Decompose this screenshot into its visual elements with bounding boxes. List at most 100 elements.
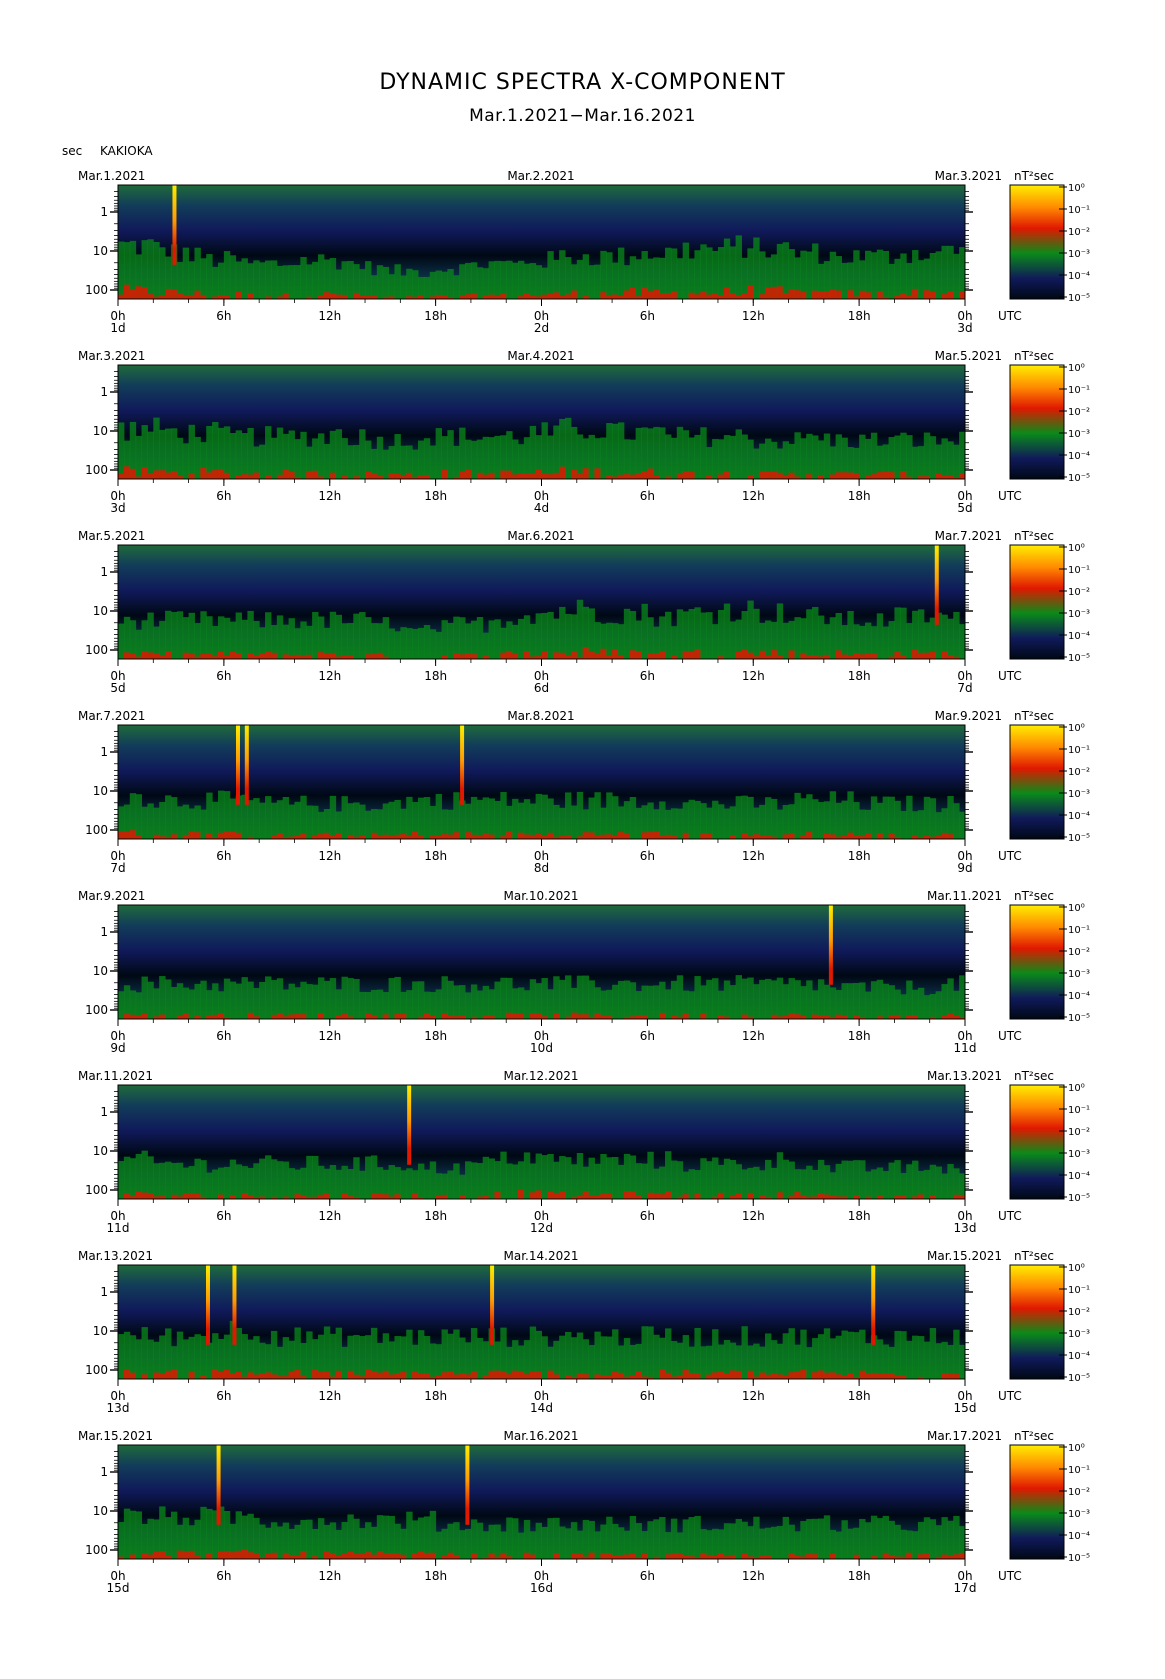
activity-peak (412, 1553, 419, 1559)
activity-peak (588, 1195, 595, 1199)
activity-column (465, 992, 472, 1019)
activity-column (576, 975, 584, 1019)
activity-column (853, 802, 860, 839)
activity-peak (953, 1554, 960, 1559)
activity-peak (170, 1369, 178, 1379)
activity-peak (629, 1191, 637, 1199)
activity-peak (323, 1193, 331, 1199)
activity-column (282, 1161, 290, 1199)
activity-peak (482, 295, 490, 299)
activity-peak (741, 1553, 748, 1559)
activity-column (641, 985, 648, 1019)
activity-column (159, 1162, 166, 1199)
activity-column (694, 434, 701, 479)
activity-peak (223, 1550, 231, 1559)
x-tick-label: 6h (640, 489, 655, 503)
activity-column (482, 797, 490, 839)
activity-peak (829, 1553, 837, 1559)
activity-peak (517, 473, 525, 479)
activity-peak (488, 1552, 495, 1559)
y-tick-label: 100 (85, 1363, 108, 1377)
activity-column (617, 1527, 625, 1559)
activity-peak (541, 651, 548, 659)
y-tick-label: 10 (93, 784, 108, 798)
activity-column (306, 1155, 313, 1199)
activity-column (712, 439, 719, 479)
activity-peak (570, 290, 578, 299)
activity-column (288, 983, 295, 1019)
activity-column (341, 438, 348, 479)
activity-column (841, 625, 848, 659)
activity-column (506, 1346, 513, 1379)
activity-column (600, 1154, 607, 1199)
x-tick-label: 6h (640, 1389, 655, 1403)
activity-peak (141, 1013, 148, 1019)
activity-column (212, 801, 219, 839)
activity-column (794, 792, 801, 839)
panel-left-date: Mar.7.2021 (78, 709, 145, 723)
activity-peak (459, 1015, 466, 1019)
activity-column (135, 1511, 143, 1559)
activity-column (159, 976, 166, 1019)
activity-peak (141, 1192, 148, 1199)
activity-peak (217, 294, 225, 299)
activity-column (800, 1521, 807, 1559)
activity-peak (953, 1374, 960, 1379)
activity-peak (570, 469, 578, 479)
spectra-panel-1: Mar.1.2021 Mar.2.2021 Mar.3.2021 nT²sec1101… (78, 169, 1090, 335)
activity-column (594, 264, 601, 299)
activity-column (223, 617, 231, 659)
activity-column (665, 1328, 672, 1379)
activity-column (265, 1155, 272, 1199)
activity-peak (759, 1195, 766, 1199)
activity-column (817, 802, 825, 839)
activity-column (300, 431, 307, 479)
activity-peak (417, 475, 425, 479)
activity-column (229, 1159, 237, 1199)
activity-peak (217, 1013, 225, 1019)
activity-peak (159, 470, 166, 479)
activity-column (476, 1163, 484, 1199)
activity-column (582, 1519, 590, 1559)
activity-column (659, 427, 666, 479)
activity-peak (765, 287, 772, 299)
activity-column (753, 984, 760, 1019)
activity-peak (229, 1195, 237, 1199)
activity-column (747, 439, 754, 479)
activity-column (312, 612, 319, 659)
x-unit-label: UTC (998, 489, 1022, 503)
activity-column (623, 1338, 631, 1379)
activity-column (523, 1340, 531, 1379)
activity-column (712, 978, 719, 1019)
activity-peak (912, 835, 919, 839)
activity-column (800, 798, 807, 839)
activity-peak (800, 1369, 807, 1379)
activity-column (400, 1170, 407, 1199)
activity-column (241, 619, 248, 659)
x-unit-label: UTC (998, 849, 1022, 863)
activity-peak (459, 295, 466, 299)
activity-peak (129, 289, 137, 299)
activity-peak (123, 284, 131, 299)
activity-peak (141, 1553, 148, 1559)
activity-column (123, 1508, 131, 1559)
activity-peak (859, 290, 866, 299)
activity-column (118, 1334, 125, 1379)
activity-column (588, 608, 595, 659)
day-label-center: 6d (534, 681, 549, 695)
activity-column (865, 1343, 872, 1379)
activity-peak (729, 1554, 737, 1559)
activity-column (541, 422, 548, 479)
activity-column (717, 990, 725, 1019)
activity-column (753, 1516, 760, 1559)
activity-column (806, 980, 813, 1019)
activity-column (947, 441, 954, 479)
activity-column (841, 983, 848, 1019)
activity-column (506, 1163, 513, 1199)
activity-column (694, 1327, 701, 1379)
activity-peak (635, 1014, 642, 1019)
activity-column (559, 807, 566, 839)
activity-peak (400, 833, 407, 839)
activity-column (559, 606, 566, 659)
activity-column (670, 1160, 678, 1199)
